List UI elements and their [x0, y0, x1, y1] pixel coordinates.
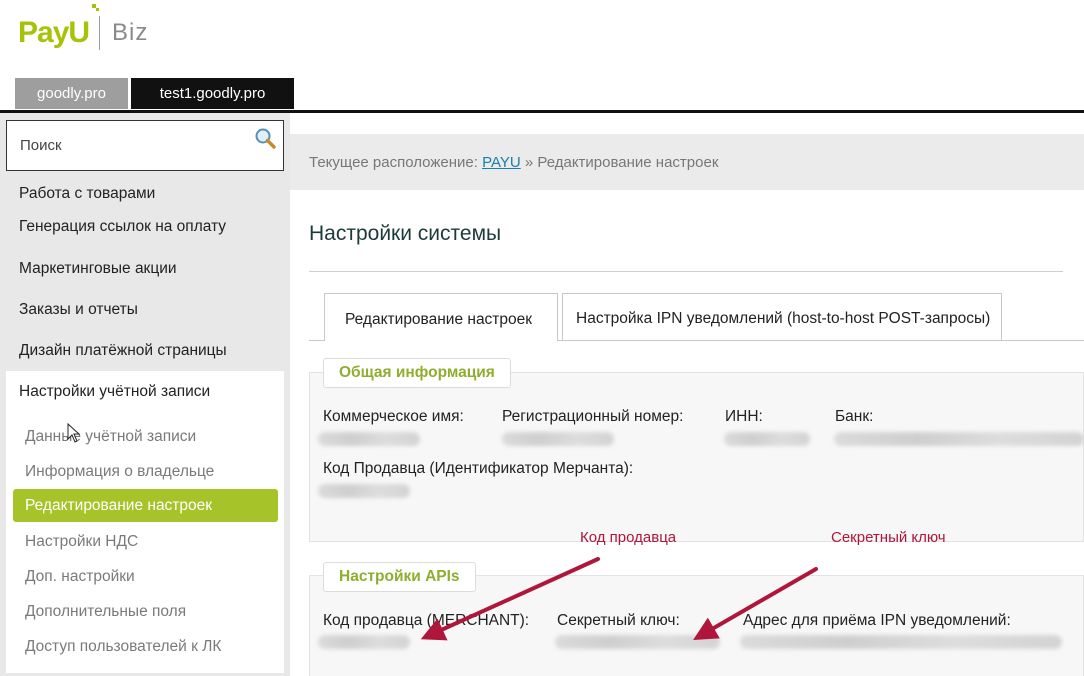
field-label-secret-key: Секретный ключ: — [557, 612, 680, 629]
submenu-item-owner-info[interactable]: Информация о владельце — [25, 463, 214, 481]
sidebar: Работа с товарами Генерация ссылок на оп… — [0, 113, 290, 676]
search-input[interactable] — [7, 121, 227, 170]
breadcrumb: Текущее расположение: PAYU » Редактирова… — [309, 154, 718, 171]
logo-product-text: Biz — [112, 19, 149, 46]
menu-item-payment-page-design[interactable]: Дизайн платёжной страницы — [19, 342, 227, 360]
menu-item-payment-links[interactable]: Генерация ссылок на оплату — [19, 218, 226, 236]
general-info-legend: Общая информация — [323, 358, 511, 388]
secret-key-value-redacted — [555, 635, 720, 649]
search-icon[interactable] — [254, 127, 276, 149]
logo-payu-text: PayU — [18, 16, 90, 49]
field-label-merchant: Код продавца (MERCHANT): — [323, 612, 530, 629]
api-settings-legend: Настройки APIs — [323, 562, 476, 592]
breadcrumb-current: Редактирование настроек — [537, 154, 719, 171]
site-tab-goodly[interactable]: goodly.pro — [15, 78, 128, 109]
field-label-commercial-name: Коммерческое имя: — [323, 408, 464, 425]
submenu-item-edit-settings[interactable]: Редактирование настроек — [13, 489, 278, 522]
submenu-item-extra-settings[interactable]: Доп. настройки — [25, 568, 135, 586]
account-settings-panel — [6, 371, 284, 673]
search-box — [6, 120, 284, 171]
active-tab-indicator — [325, 339, 557, 342]
registration-number-value-redacted — [502, 432, 614, 446]
bank-value-redacted — [834, 432, 1084, 446]
submenu-item-account-data[interactable]: Данные учётной записи — [25, 428, 196, 446]
ipn-address-value-redacted — [740, 635, 1062, 649]
menu-item-marketing[interactable]: Маркетинговые акции — [19, 260, 177, 278]
breadcrumb-prefix: Текущее расположение: — [309, 154, 478, 171]
annotation-merchant-code: Код продавца — [580, 529, 677, 546]
merchant-id-value-redacted — [318, 484, 410, 498]
inn-value-redacted — [724, 432, 810, 446]
site-tab-test1-goodly[interactable]: test1.goodly.pro — [131, 78, 294, 109]
logo-dots-icon — [92, 4, 99, 11]
page-title: Настройки системы — [309, 222, 502, 245]
tab-ipn-settings[interactable]: Настройка IPN уведомлений (host-to-host … — [562, 293, 1002, 340]
field-label-ipn-address: Адрес для приёма IPN уведомлений: — [743, 612, 1011, 629]
field-label-merchant-id: Код Продавца (Идентификатор Мерчанта): — [323, 460, 634, 477]
title-divider — [309, 271, 1063, 272]
submenu-item-additional-fields[interactable]: Дополнительные поля — [25, 603, 186, 621]
tab-edit-settings[interactable]: Редактирование настроек — [324, 293, 558, 341]
general-info-panel — [309, 372, 1084, 542]
site-tabs: goodly.pro test1.goodly.pro — [15, 78, 294, 109]
field-label-inn: ИНН: — [725, 408, 763, 425]
payu-logo[interactable]: PayU Biz — [18, 4, 149, 58]
menu-item-orders-reports[interactable]: Заказы и отчеты — [19, 301, 138, 319]
submenu-item-user-access[interactable]: Доступ пользователей к ЛК — [25, 638, 221, 656]
menu-item-products[interactable]: Работа с товарами — [19, 185, 155, 203]
menu-item-account-settings[interactable]: Настройки учётной записи — [19, 383, 210, 401]
commercial-name-value-redacted — [318, 432, 420, 446]
logo-separator — [99, 16, 101, 50]
field-label-registration-number: Регистрационный номер: — [502, 408, 684, 425]
field-label-bank: Банк: — [835, 408, 874, 425]
mouse-cursor-icon — [67, 423, 81, 443]
breadcrumb-link-payu[interactable]: PAYU — [482, 154, 521, 171]
merchant-value-redacted — [318, 635, 410, 649]
annotation-secret-key: Секретный ключ — [831, 529, 946, 546]
breadcrumb-bar: Текущее расположение: PAYU » Редактирова… — [290, 134, 1084, 190]
submenu-item-vat-settings[interactable]: Настройки НДС — [25, 533, 138, 551]
breadcrumb-separator: » — [524, 154, 534, 171]
